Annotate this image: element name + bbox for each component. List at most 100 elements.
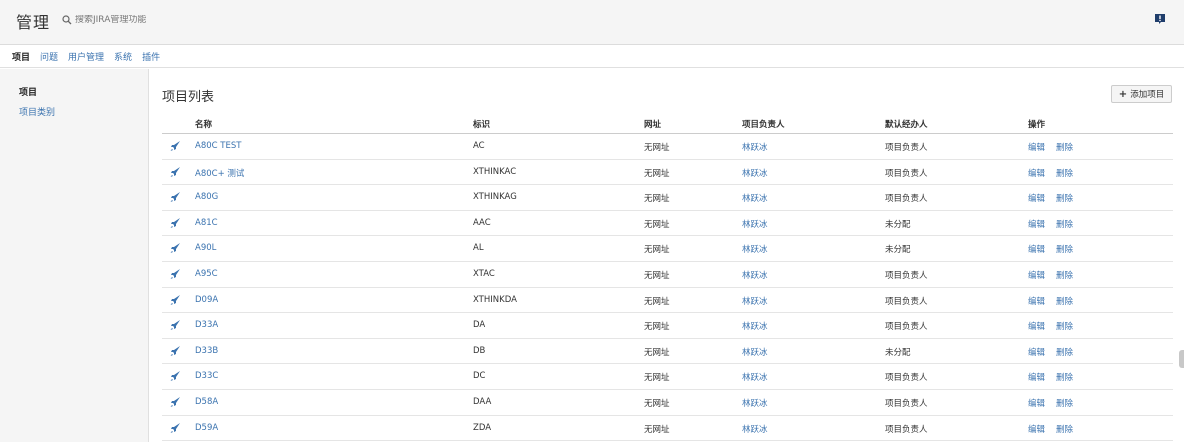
project-key: DA [473, 320, 486, 331]
tab-issues[interactable]: 问题 [40, 50, 58, 63]
edit-link[interactable]: 编辑 [1028, 295, 1045, 307]
delete-link[interactable]: 删除 [1056, 397, 1073, 409]
edit-link[interactable]: 编辑 [1028, 423, 1045, 435]
edit-link[interactable]: 编辑 [1028, 243, 1045, 255]
project-lead-link[interactable]: 林跃冰 [742, 320, 768, 332]
tab-plugins[interactable]: 插件 [142, 50, 160, 63]
project-lead-link[interactable]: 林跃冰 [742, 423, 768, 435]
column-key: 标识 [473, 120, 491, 130]
project-name-link[interactable]: D09A [195, 295, 218, 305]
table-row: A95C XTAC 无网址 林跃冰 项目负责人 编辑 删除 [162, 262, 1173, 288]
project-name-link[interactable]: A90L [195, 243, 216, 253]
project-key: XTHINKAC [473, 166, 517, 177]
rocket-icon [170, 191, 181, 203]
edit-link[interactable]: 编辑 [1028, 371, 1045, 383]
admin-search[interactable] [62, 13, 195, 27]
project-lead-link[interactable]: 林跃冰 [742, 346, 768, 358]
project-lead-link[interactable]: 林跃冰 [742, 269, 768, 281]
project-key: DB [473, 345, 486, 356]
delete-link[interactable]: 删除 [1056, 320, 1073, 332]
project-key: AL [473, 243, 484, 254]
project-lead-link[interactable]: 林跃冰 [742, 397, 768, 409]
project-lead-link[interactable]: 林跃冰 [742, 141, 768, 153]
project-lead-link[interactable]: 林跃冰 [742, 371, 768, 383]
edit-link[interactable]: 编辑 [1028, 141, 1045, 153]
default-assignee: 项目负责人 [885, 194, 928, 205]
table-row: A80G XTHINKAG 无网址 林跃冰 项目负责人 编辑 删除 [162, 185, 1173, 211]
project-url: 无网址 [644, 398, 670, 409]
add-project-button[interactable]: + 添加项目 [1111, 85, 1172, 103]
project-name-link[interactable]: D33C [195, 371, 218, 381]
edit-link[interactable]: 编辑 [1028, 218, 1045, 230]
project-name-link[interactable]: D33B [195, 346, 218, 356]
delete-link[interactable]: 删除 [1056, 243, 1073, 255]
project-key: XTAC [473, 268, 495, 279]
project-url: 无网址 [644, 373, 670, 384]
project-url: 无网址 [644, 322, 670, 333]
project-url: 无网址 [644, 424, 670, 435]
help-icon[interactable] [1154, 13, 1166, 25]
delete-link[interactable]: 删除 [1056, 295, 1073, 307]
rocket-icon [170, 422, 181, 434]
edit-link[interactable]: 编辑 [1028, 320, 1045, 332]
tab-system[interactable]: 系统 [114, 50, 132, 63]
project-name-link[interactable]: A95C [195, 269, 218, 279]
project-lead-link[interactable]: 林跃冰 [742, 295, 768, 307]
default-assignee: 项目负责人 [885, 398, 928, 409]
project-key: ZDA [473, 422, 492, 433]
project-name-link[interactable]: A81C [195, 218, 218, 228]
delete-link[interactable]: 删除 [1056, 346, 1073, 358]
sidebar-item-projects[interactable]: 项目 [19, 85, 37, 98]
plus-icon: + [1118, 88, 1128, 100]
delete-link[interactable]: 删除 [1056, 371, 1073, 383]
column-name: 名称 [195, 120, 213, 130]
project-name-link[interactable]: A80G [195, 192, 218, 202]
project-lead-link[interactable]: 林跃冰 [742, 192, 768, 204]
project-lead-link[interactable]: 林跃冰 [742, 243, 768, 255]
project-url: 无网址 [644, 219, 670, 230]
delete-link[interactable]: 删除 [1056, 218, 1073, 230]
edit-link[interactable]: 编辑 [1028, 346, 1045, 358]
default-assignee: 项目负责人 [885, 270, 928, 281]
project-key: XTHINKAG [473, 192, 517, 203]
sidebar-item-project-categories[interactable]: 项目类别 [19, 105, 55, 118]
admin-header: 管理 [0, 0, 1184, 45]
rocket-icon [170, 242, 181, 254]
edit-link[interactable]: 编辑 [1028, 192, 1045, 204]
tab-projects[interactable]: 项目 [12, 50, 30, 63]
project-name-link[interactable]: A80C TEST [195, 141, 241, 151]
delete-link[interactable]: 删除 [1056, 192, 1073, 204]
default-assignee: 项目负责人 [885, 322, 928, 333]
project-key: AAC [473, 217, 491, 228]
project-name-link[interactable]: D59A [195, 423, 218, 433]
delete-link[interactable]: 删除 [1056, 269, 1073, 281]
edit-link[interactable]: 编辑 [1028, 269, 1045, 281]
edit-link[interactable]: 编辑 [1028, 167, 1045, 179]
rocket-icon [170, 294, 181, 306]
project-table: 名称 标识 网址 项目负责人 默认经办人 操作 A80C TEST AC 无网址 林跃… [162, 115, 1173, 442]
default-assignee: 未分配 [885, 347, 911, 358]
main-title: 项目列表 [162, 90, 215, 105]
delete-link[interactable]: 删除 [1056, 141, 1073, 153]
project-name-link[interactable]: A80C+ 测试 [195, 167, 244, 179]
table-row: D58A DAA 无网址 林跃冰 项目负责人 编辑 删除 [162, 390, 1173, 416]
project-name-link[interactable]: D58A [195, 397, 218, 407]
edit-link[interactable]: 编辑 [1028, 397, 1045, 409]
rocket-icon [170, 345, 181, 357]
default-assignee: 项目负责人 [885, 373, 928, 384]
project-name-link[interactable]: D33A [195, 320, 218, 330]
add-project-label: 添加项目 [1130, 90, 1165, 100]
delete-link[interactable]: 删除 [1056, 167, 1073, 179]
delete-link[interactable]: 删除 [1056, 423, 1073, 435]
scrollbar-handle[interactable] [1179, 350, 1184, 368]
tab-user-management[interactable]: 用户管理 [68, 50, 104, 63]
project-key: DAA [473, 396, 492, 407]
table-row: A90L AL 无网址 林跃冰 未分配 编辑 删除 [162, 236, 1173, 262]
table-row: D33B DB 无网址 林跃冰 未分配 编辑 删除 [162, 339, 1173, 365]
project-url: 无网址 [644, 347, 670, 358]
project-lead-link[interactable]: 林跃冰 [742, 167, 768, 179]
table-header: 名称 标识 网址 项目负责人 默认经办人 操作 [162, 115, 1173, 134]
default-assignee: 项目负责人 [885, 168, 928, 179]
search-input[interactable] [75, 15, 195, 25]
project-lead-link[interactable]: 林跃冰 [742, 218, 768, 230]
